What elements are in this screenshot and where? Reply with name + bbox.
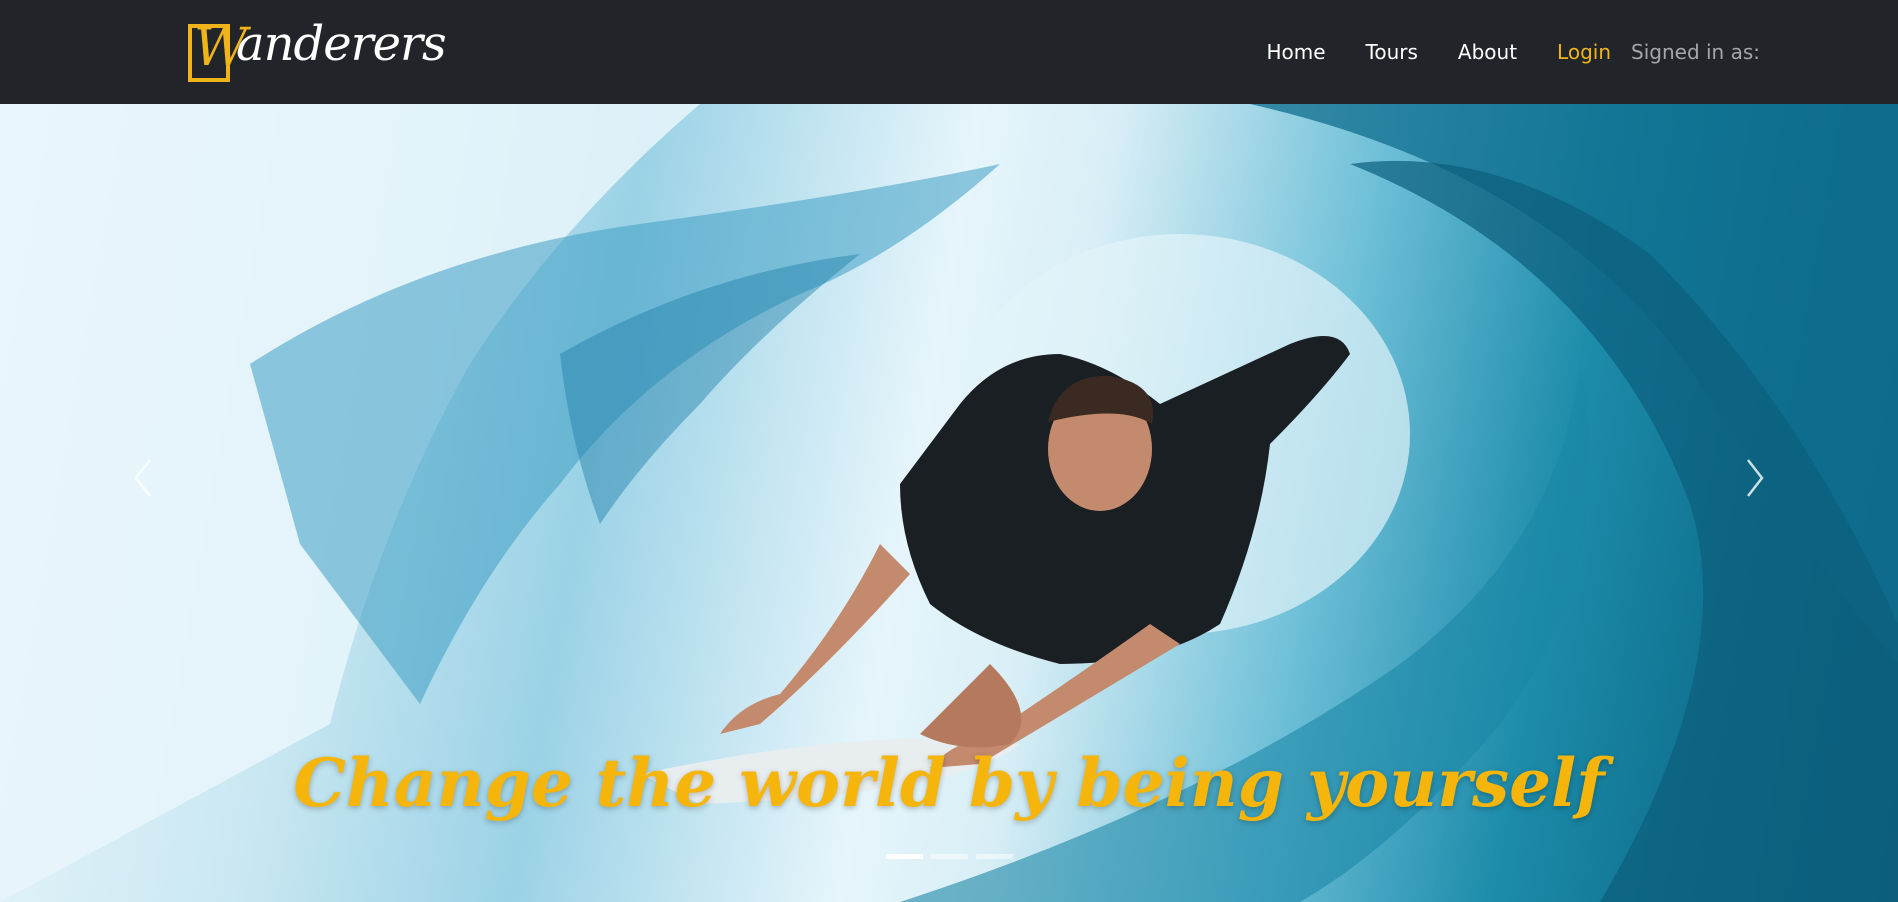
nav-link-login[interactable]: Login bbox=[1557, 40, 1611, 64]
nav-link-about[interactable]: About bbox=[1458, 40, 1517, 64]
signed-in-status: Signed in as: bbox=[1631, 40, 1760, 64]
carousel-caption: Change the world by being yourself bbox=[293, 744, 1605, 822]
carousel-next-button[interactable] bbox=[1740, 456, 1770, 500]
chevron-left-icon bbox=[134, 459, 151, 497]
carousel-indicators bbox=[886, 854, 1013, 859]
brand-logo-text: anderers bbox=[236, 16, 447, 72]
carousel-indicator[interactable] bbox=[931, 854, 968, 859]
brand-logo[interactable]: W anderers bbox=[186, 16, 447, 90]
carousel-prev-button[interactable] bbox=[128, 456, 158, 500]
nav-link-tours[interactable]: Tours bbox=[1366, 40, 1418, 64]
hero-carousel: Change the world by being yourself bbox=[0, 104, 1898, 902]
carousel-indicator[interactable] bbox=[976, 854, 1013, 859]
navbar: W anderers Home Tours About Login Signed… bbox=[0, 0, 1898, 104]
main-nav: Home Tours About Login Signed in as: bbox=[1266, 0, 1760, 104]
chevron-right-icon bbox=[1747, 459, 1764, 497]
nav-link-home[interactable]: Home bbox=[1266, 40, 1325, 64]
carousel-indicator[interactable] bbox=[886, 854, 923, 859]
